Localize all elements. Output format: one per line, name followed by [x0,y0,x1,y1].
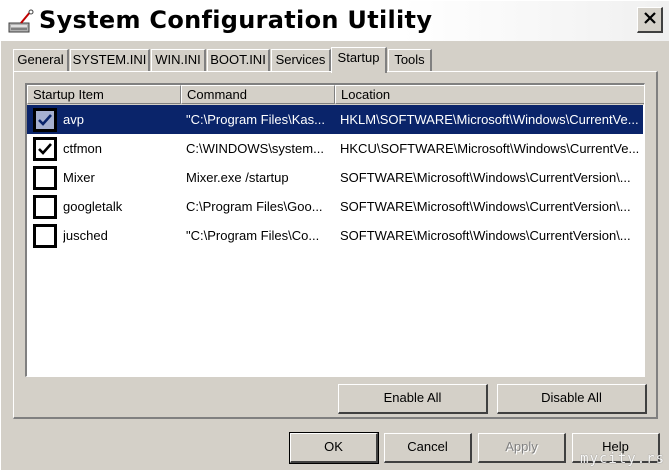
startup-checkbox[interactable] [33,166,57,190]
list-item[interactable]: jusched "C:\Program Files\Co... SOFTWARE… [27,221,643,250]
startup-item-command: C:\Program Files\Goo... [186,199,323,214]
msconfig-app-icon [7,9,35,35]
tab-general[interactable]: General [13,49,69,71]
cancel-label: Cancel [407,439,448,454]
column-header-startup-item[interactable]: Startup Item [27,85,181,104]
list-header: Startup Item Command Location [27,85,644,105]
startup-item-location: SOFTWARE\Microsoft\Windows\CurrentVersio… [340,199,631,214]
startup-items-list[interactable]: Startup Item Command Location avp "C:\Pr… [25,83,645,377]
startup-item-name: Mixer [63,170,95,185]
ok-button[interactable]: OK [289,432,379,464]
close-icon [643,11,657,28]
list-item[interactable]: avp "C:\Program Files\Kas... HKLM\SOFTWA… [27,105,643,134]
startup-item-command: "C:\Program Files\Kas... [186,112,325,127]
startup-checkbox[interactable] [33,137,57,161]
checkmark-icon [38,114,52,126]
tab-system-ini[interactable]: SYSTEM.INI [70,49,150,71]
startup-item-command: C:\WINDOWS\system... [186,141,324,156]
disable-all-label: Disable All [541,390,602,405]
list-item[interactable]: ctfmon C:\WINDOWS\system... HKCU\SOFTWAR… [27,134,643,163]
checkmark-icon [38,143,52,155]
startup-item-name: jusched [63,228,108,243]
title-bar[interactable]: System Configuration Utility [1,1,669,41]
close-button[interactable] [637,7,663,33]
apply-label: Apply [505,439,538,454]
disable-all-button[interactable]: Disable All [497,384,647,414]
startup-item-name: googletalk [63,199,123,214]
system-configuration-window: System Configuration Utility General SYS… [0,0,669,470]
list-item[interactable]: googletalk C:\Program Files\Goo... SOFTW… [27,192,643,221]
enable-all-button[interactable]: Enable All [338,384,488,414]
tab-startup[interactable]: Startup [331,47,387,73]
apply-button[interactable]: Apply [478,433,566,463]
ok-label: OK [324,439,343,454]
startup-checkbox[interactable] [33,108,57,132]
cancel-button[interactable]: Cancel [384,433,472,463]
startup-item-name: avp [63,112,84,127]
enable-all-label: Enable All [383,390,442,405]
tab-services[interactable]: Services [271,49,331,71]
startup-item-location: HKCU\SOFTWARE\Microsoft\Windows\CurrentV… [340,141,640,156]
startup-item-name: ctfmon [63,141,103,156]
startup-item-command: "C:\Program Files\Co... [186,228,320,243]
tab-win-ini[interactable]: WIN.INI [151,49,206,71]
startup-item-location: SOFTWARE\Microsoft\Windows\CurrentVersio… [340,170,631,185]
startup-checkbox[interactable] [33,195,57,219]
tab-boot-ini[interactable]: BOOT.INI [207,49,270,71]
startup-item-location: SOFTWARE\Microsoft\Windows\CurrentVersio… [340,228,631,243]
tab-tools[interactable]: Tools [388,49,432,71]
column-header-command[interactable]: Command [181,85,335,104]
startup-item-location: HKLM\SOFTWARE\Microsoft\Windows\CurrentV… [340,112,639,127]
column-header-location[interactable]: Location [335,85,644,104]
startup-item-command: Mixer.exe /startup [186,170,289,185]
startup-checkbox[interactable] [33,224,57,248]
watermark-text: mycity.rs [580,451,665,467]
window-title: System Configuration Utility [39,6,433,34]
list-item[interactable]: Mixer Mixer.exe /startup SOFTWARE\Micros… [27,163,643,192]
